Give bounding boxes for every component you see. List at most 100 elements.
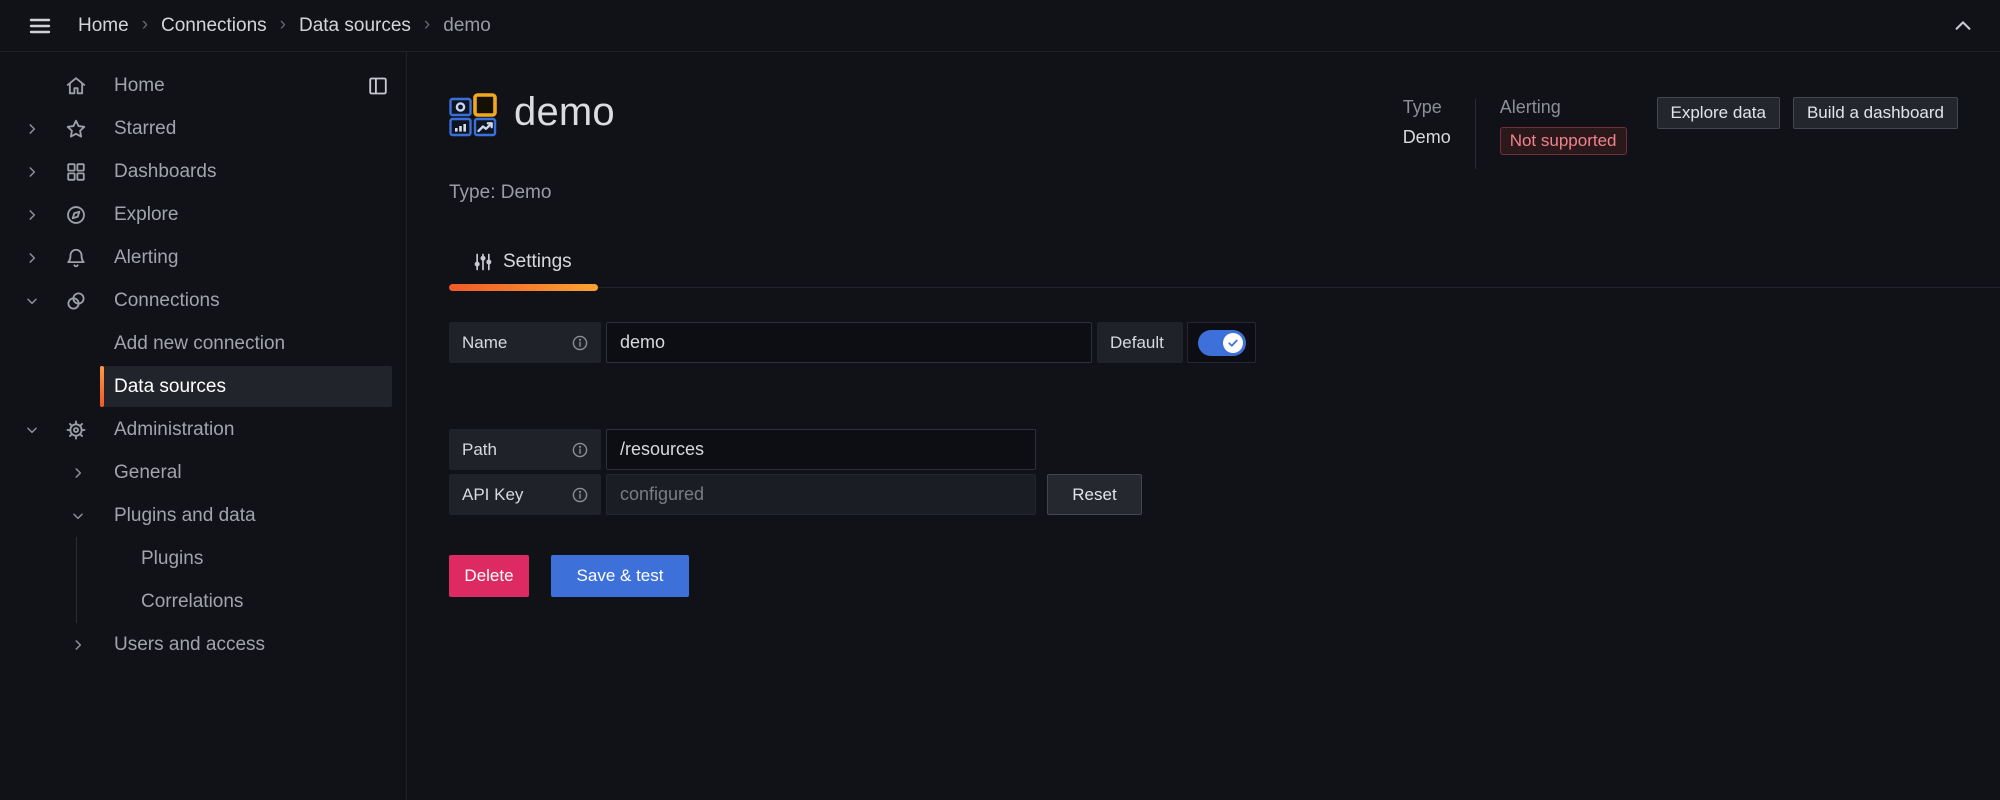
sidebar-item-label: Data sources [114, 375, 226, 397]
datasource-meta: Type Demo Alerting Not supported Explore… [1403, 97, 1958, 169]
sidebar-item-starred[interactable]: Starred [0, 107, 406, 150]
breadcrumb-data-sources[interactable]: Data sources [299, 15, 411, 37]
dock-sidebar-icon[interactable] [367, 75, 389, 97]
dashboards-grid-icon [64, 160, 88, 184]
bell-icon [64, 246, 88, 270]
breadcrumb-separator: › [141, 14, 149, 35]
path-label-text: Path [462, 439, 497, 459]
toggle-knob [1222, 332, 1243, 353]
breadcrumb-connections[interactable]: Connections [161, 15, 267, 37]
sidebar-item-label: Users and access [114, 633, 266, 655]
default-toggle[interactable] [1187, 322, 1256, 363]
chevron-down-icon[interactable] [24, 422, 40, 438]
default-field-label: Default [1097, 322, 1183, 363]
reset-button[interactable]: Reset [1047, 474, 1142, 515]
sidebar-item-label: Explore [114, 203, 179, 225]
api-key-label-text: API Key [462, 484, 524, 504]
alerting-status-badge: Not supported [1499, 127, 1627, 155]
connections-rings-icon [64, 289, 88, 313]
sidebar-item-home[interactable]: Home [0, 64, 406, 107]
sidebar-item-label: Administration [114, 418, 235, 440]
breadcrumb-separator: › [279, 14, 286, 35]
meta-type-value: Demo [1402, 127, 1451, 147]
sidebar-item-label: Alerting [114, 246, 179, 268]
sidebar-item-add-new-connection[interactable]: Add new connection [0, 322, 406, 365]
chevron-up-icon[interactable] [1952, 15, 1974, 37]
sidebar-item-alerting[interactable]: Alerting [0, 236, 406, 279]
sidebar-item-label: Connections [114, 289, 220, 311]
meta-alerting-label: Alerting [1499, 97, 1561, 117]
breadcrumb-home[interactable]: Home [78, 15, 129, 37]
chevron-right-icon[interactable] [70, 637, 86, 653]
tab-settings-label: Settings [503, 251, 572, 272]
breadcrumb-separator: › [423, 14, 431, 35]
sidebar-item-explore[interactable]: Explore [0, 193, 406, 236]
sidebar-item-label: Plugins and data [114, 504, 256, 526]
sidebar-item-data-sources[interactable]: Data sources [0, 365, 406, 408]
main-content: demo Type Demo Alerting Not supported Ex… [408, 52, 2000, 800]
sidebar-item-dashboards[interactable]: Dashboards [0, 150, 406, 193]
chevron-right-icon[interactable] [70, 465, 86, 481]
top-bar: Home › Connections › Data sources › demo [0, 0, 2000, 52]
default-label-text: Default [1110, 332, 1164, 352]
sidebar-item-label: Home [114, 74, 165, 96]
meta-type-label: Type [1402, 97, 1442, 117]
api-key-field-row: API Key Reset [449, 474, 1256, 515]
info-icon[interactable] [572, 335, 588, 351]
sidebar-item-label: General [114, 461, 182, 483]
settings-form: Name Default Path [449, 322, 1256, 597]
sidebar-item-plugins[interactable]: Plugins [0, 537, 406, 580]
meta-alerting: Alerting Not supported [1499, 97, 1627, 155]
gear-icon [64, 418, 88, 442]
path-field-label: Path [449, 429, 601, 470]
sidebar-item-label: Correlations [141, 590, 244, 612]
home-icon [64, 74, 88, 98]
form-actions: Delete Save & test [449, 555, 1256, 597]
sidebar-item-administration[interactable]: Administration [0, 408, 406, 451]
sidebar-nav: Home Starred Dashboards Explore Alerting… [0, 52, 407, 800]
toggle-pill[interactable] [1197, 329, 1246, 356]
sidebar-item-label: Add new connection [114, 332, 286, 354]
sidebar-item-label: Dashboards [114, 160, 217, 182]
breadcrumb-current-page: demo [443, 14, 491, 36]
sidebar-item-connections[interactable]: Connections [0, 279, 406, 322]
chevron-right-icon[interactable] [24, 250, 40, 266]
chevron-right-icon[interactable] [24, 207, 40, 223]
breadcrumb: Home › Connections › Data sources › demo [78, 15, 491, 37]
delete-button[interactable]: Delete [449, 555, 529, 597]
name-field-label: Name [449, 322, 601, 363]
chevron-right-icon[interactable] [24, 121, 40, 137]
info-icon[interactable] [572, 487, 588, 503]
explore-data-button[interactable]: Explore data [1656, 97, 1780, 129]
page-title: demo [514, 90, 615, 134]
meta-divider [1474, 99, 1476, 169]
datasource-logo [449, 93, 497, 139]
name-field-row: Name Default [449, 322, 1256, 363]
path-input[interactable] [606, 429, 1036, 470]
name-input[interactable] [606, 322, 1092, 363]
sidebar-item-label: Starred [114, 117, 177, 139]
chevron-right-icon[interactable] [24, 164, 40, 180]
api-key-input[interactable] [606, 474, 1036, 515]
sidebar-item-users-and-access[interactable]: Users and access [0, 623, 406, 666]
compass-icon [64, 203, 88, 227]
star-icon [64, 117, 88, 141]
sidebar-item-plugins-and-data[interactable]: Plugins and data [0, 494, 406, 537]
sidebar-item-correlations[interactable]: Correlations [0, 580, 406, 623]
tab-bar: Settings [449, 242, 2000, 291]
path-field-row: Path [449, 429, 1256, 470]
chevron-down-icon[interactable] [24, 293, 40, 309]
save-and-test-button[interactable]: Save & test [551, 555, 689, 597]
chevron-down-icon[interactable] [70, 508, 86, 524]
meta-type: Type Demo [1403, 97, 1451, 148]
sidebar-item-general[interactable]: General [0, 451, 406, 494]
info-icon[interactable] [572, 442, 588, 458]
sliders-icon [473, 252, 493, 272]
sidebar-item-label: Plugins [141, 547, 204, 569]
datasource-type-subtitle: Type: Demo [449, 182, 552, 203]
tab-settings[interactable]: Settings [449, 242, 598, 291]
build-dashboard-button[interactable]: Build a dashboard [1792, 97, 1958, 129]
hamburger-menu-icon[interactable] [26, 12, 54, 40]
name-label-text: Name [462, 332, 508, 352]
api-key-field-label: API Key [449, 474, 601, 515]
